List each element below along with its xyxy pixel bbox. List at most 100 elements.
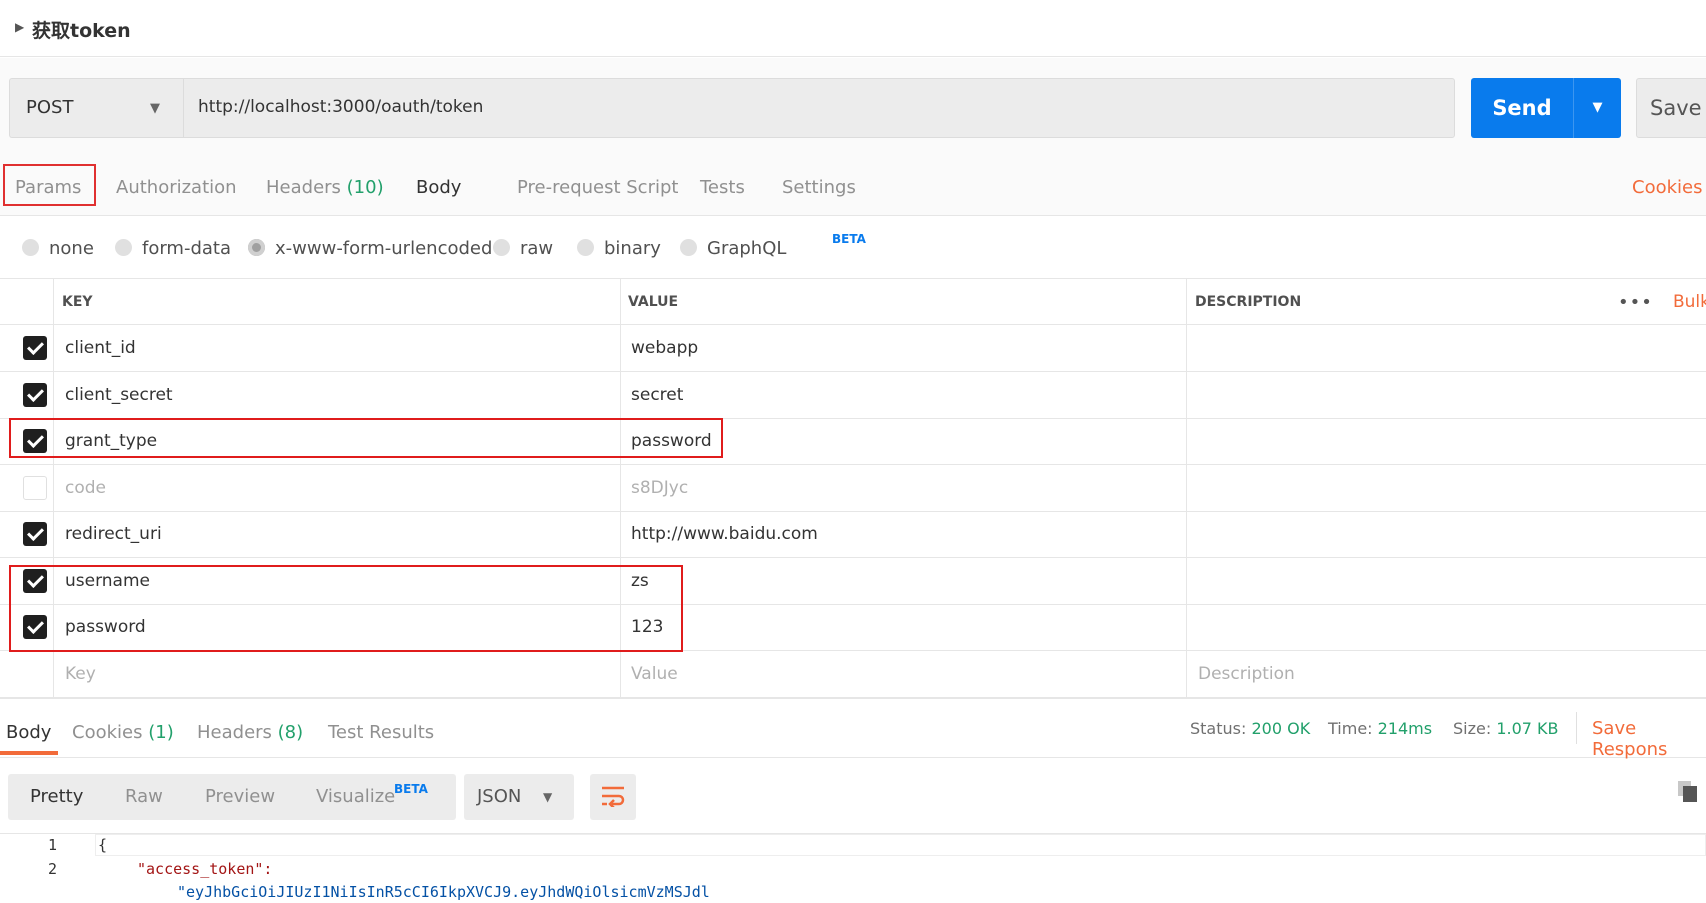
current-line-highlight [95,834,1706,856]
format-label: JSON [477,786,522,807]
line-number: 1 [48,836,58,854]
radio-icon [115,239,132,256]
code-line: { [98,836,108,854]
radio-none[interactable]: none [22,238,94,259]
table-header-row: KEY VALUE DESCRIPTION ••• Bulk [0,278,1706,325]
view-preview[interactable]: Preview [205,786,275,807]
new-description-input[interactable]: Description [1198,664,1295,684]
radio-raw[interactable]: raw [493,238,553,259]
radio-icon [22,239,39,256]
row-key[interactable]: redirect_uri [65,524,162,544]
radio-graphql[interactable]: GraphQL [680,238,786,259]
row-value[interactable]: webapp [631,338,698,358]
time-readout: Time: 214ms [1328,719,1432,738]
radio-graphql-label: GraphQL [707,238,787,259]
view-visualize[interactable]: Visualize [316,786,395,807]
row-key[interactable]: client_id [65,338,136,358]
code-line: "eyJhbGciOiJIUzI1NiIsInR5cCI6IkpXVCJ9.ey… [177,883,710,901]
cookies-link[interactable]: Cookies [1632,177,1702,198]
wrap-lines-icon [602,786,625,809]
divider [1576,712,1577,744]
tab-headers[interactable]: Headers (10) [266,177,384,198]
response-tab-body[interactable]: Body [6,722,51,743]
tab-headers-label: Headers [266,177,341,198]
size-value: 1.07 KB [1496,719,1559,738]
row-key[interactable]: code [65,478,106,498]
visualize-beta-badge: BETA [394,782,428,796]
response-tab-headers[interactable]: Headers (8) [197,722,303,743]
response-tab-cookies[interactable]: Cookies (1) [72,722,174,743]
time-label: Time: [1328,719,1373,738]
tab-tests[interactable]: Tests [700,177,745,198]
row-checkbox[interactable] [23,522,47,546]
view-pretty[interactable]: Pretty [30,786,83,807]
radio-binary-label: binary [604,238,661,259]
response-tab-test-results[interactable]: Test Results [328,722,434,743]
credentials-highlight-box [9,565,683,652]
radio-icon [493,239,510,256]
caret-right-icon[interactable]: ▶ [15,20,24,34]
more-options-icon[interactable]: ••• [1618,292,1653,313]
bulk-edit-link[interactable]: Bulk [1673,292,1706,312]
method-label: POST [26,97,74,118]
radio-selected-icon [248,239,265,256]
radio-icon [577,239,594,256]
radio-binary[interactable]: binary [577,238,661,259]
graphql-beta-badge: BETA [832,232,866,246]
table-row: client_secret secret [0,372,1706,419]
response-tab-headers-count: (8) [277,722,304,743]
response-tab-cookies-label: Cookies [72,722,143,743]
params-highlight-box [3,164,96,206]
time-value: 214ms [1377,719,1433,738]
row-checkbox[interactable] [23,383,47,407]
size-label: Size: [1453,719,1492,738]
copy-icon[interactable] [1678,781,1698,803]
wrap-lines-button[interactable] [590,774,636,820]
row-checkbox[interactable] [23,336,47,360]
radio-urlencoded[interactable]: x-www-form-urlencoded [248,238,492,259]
chevron-down-icon: ▼ [150,101,160,116]
row-checkbox[interactable] [23,476,47,500]
new-value-input[interactable]: Value [631,664,678,684]
table-row: redirect_uri http://www.baidu.com [0,511,1706,558]
row-value[interactable]: secret [631,385,683,405]
row-value[interactable]: http://www.baidu.com [631,524,818,544]
row-key[interactable]: client_secret [65,385,173,405]
row-value[interactable]: s8DJyc [631,478,688,498]
radio-form-data[interactable]: form-data [115,238,231,259]
response-tab-headers-label: Headers [197,722,272,743]
column-header-value: VALUE [628,294,679,310]
tab-settings[interactable]: Settings [782,177,856,198]
size-readout: Size: 1.07 KB [1453,719,1559,738]
column-header-description: DESCRIPTION [1195,294,1302,310]
radio-form-data-label: form-data [142,238,232,259]
save-response-button[interactable]: Save Respons [1592,718,1706,760]
table-row: code s8DJyc [0,465,1706,512]
radio-none-label: none [49,238,94,259]
request-title[interactable]: 获取token [32,16,131,43]
response-tab-cookies-count: (1) [148,722,174,743]
view-raw[interactable]: Raw [125,786,163,807]
new-key-input[interactable]: Key [65,664,96,684]
status-readout: Status: 200 OK [1190,719,1310,738]
status-label: Status: [1190,719,1247,738]
save-button[interactable]: Save [1636,78,1706,138]
line-number: 2 [48,860,58,878]
request-title-bar [0,0,1706,57]
tab-body[interactable]: Body [416,177,461,198]
radio-raw-label: raw [520,238,554,259]
send-options-dropdown[interactable]: ▼ [1573,78,1621,138]
radio-icon [680,239,697,256]
tab-prerequest-script[interactable]: Pre-request Script [517,177,678,198]
grant-type-highlight-box [9,418,723,458]
column-header-key: KEY [62,294,93,310]
chevron-down-icon: ▼ [543,790,553,804]
url-text: http://localhost:3000/oauth/token [198,97,484,117]
tab-authorization[interactable]: Authorization [116,177,237,198]
table-row: client_id webapp [0,325,1706,372]
radio-urlencoded-label: x-www-form-urlencoded [275,238,493,259]
table-row-new: Key Value Description [0,651,1706,698]
active-tab-underline [0,751,58,755]
status-value: 200 OK [1251,719,1311,738]
tab-headers-count: (10) [346,177,384,198]
